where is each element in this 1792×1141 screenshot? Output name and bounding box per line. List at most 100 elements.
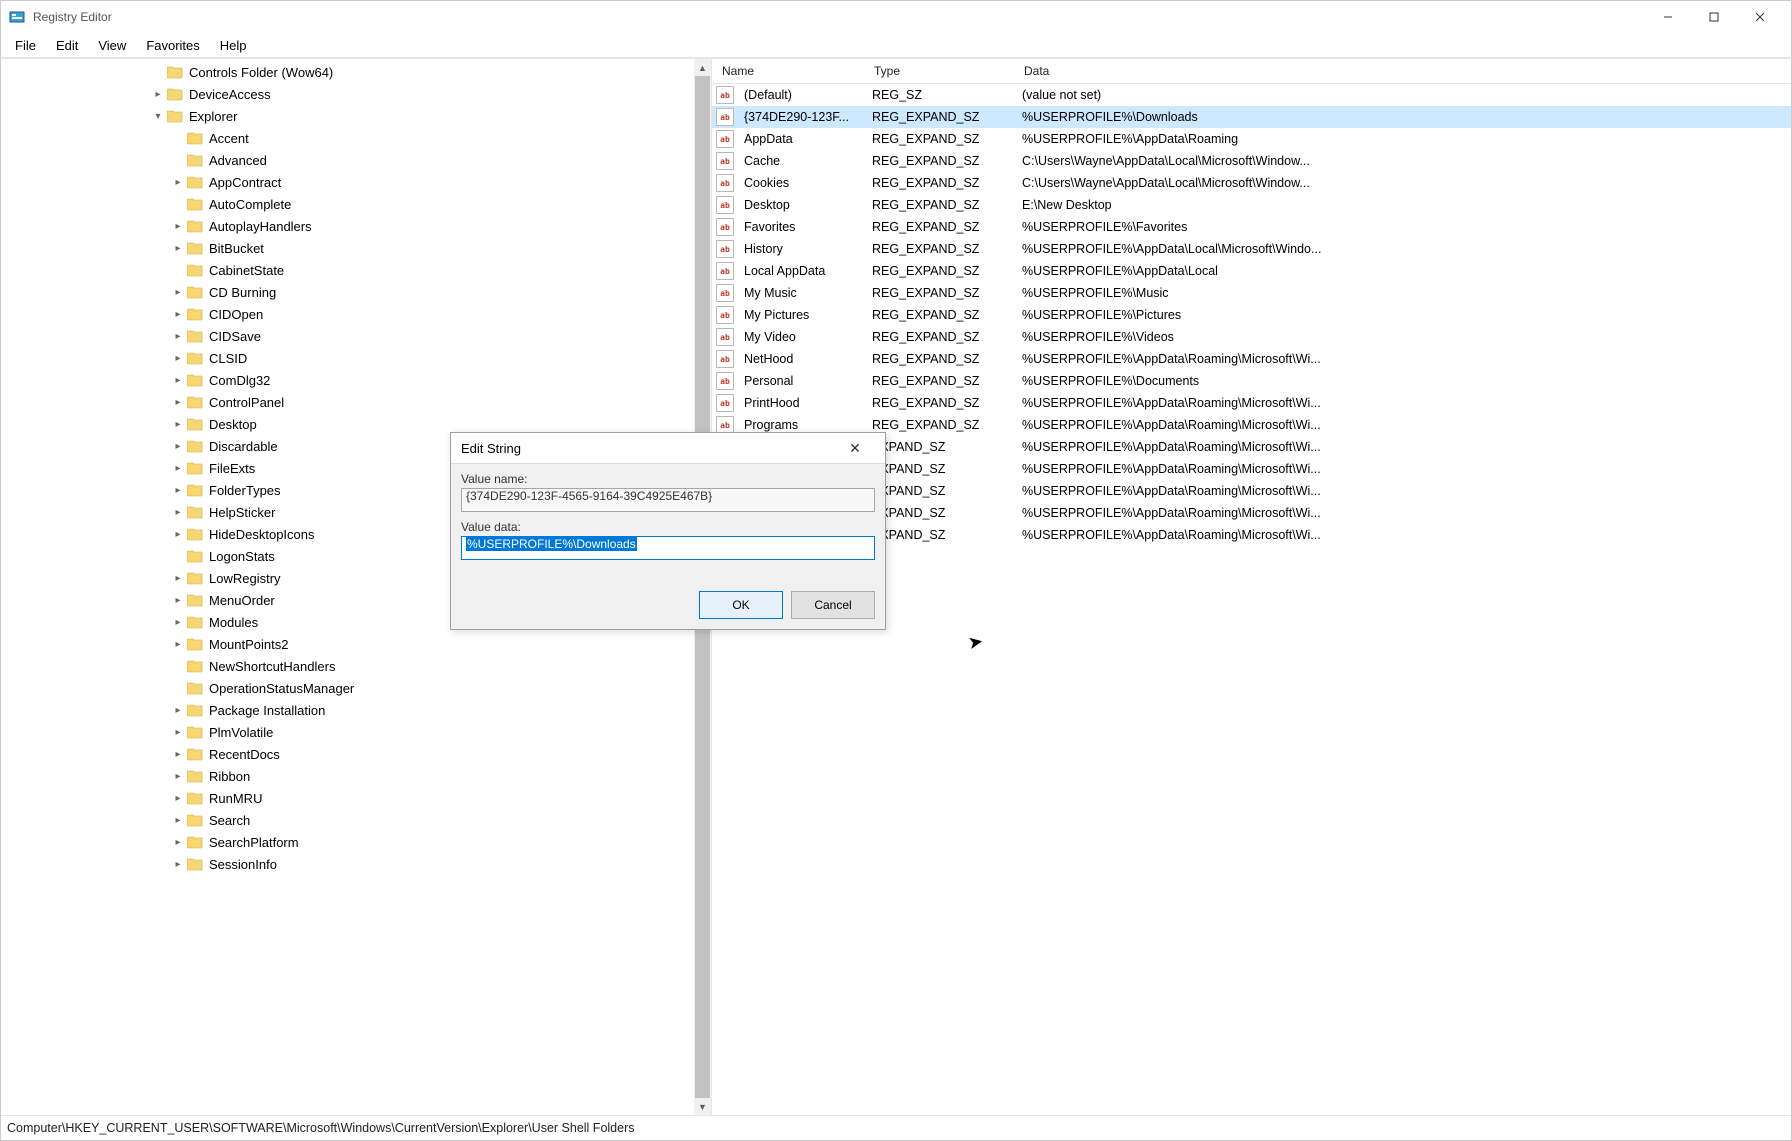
expand-icon[interactable]: ▸ [171,397,185,408]
tree-item[interactable]: ▸PlmVolatile [1,721,711,743]
tree-item[interactable]: ▸ Search [1,809,711,831]
tree-item[interactable]: ▸ Package Installation [1,699,711,721]
expand-icon[interactable]: ▸ [171,837,185,848]
expand-icon[interactable]: ▸ [171,749,185,760]
expand-icon[interactable]: ▸ [171,419,185,430]
expand-icon[interactable]: ▸ [171,309,185,320]
tree-item[interactable]: Advanced [1,149,711,171]
list-row[interactable]: abCookiesREG_EXPAND_SZC:\Users\Wayne\App… [712,172,1791,194]
col-type[interactable]: Type [868,64,1018,78]
minimize-button[interactable] [1645,1,1691,33]
list-row[interactable]: abMy VideoREG_EXPAND_SZ%USERPROFILE%\Vid… [712,326,1791,348]
tree-item[interactable]: ▸AutoplayHandlers [1,215,711,237]
expand-icon[interactable]: ▸ [171,485,185,496]
expand-icon[interactable]: ▸ [171,815,185,826]
expand-icon[interactable]: ▸ [171,529,185,540]
list-row[interactable]: abDesktopREG_EXPAND_SZE:\New Desktop [712,194,1791,216]
value-name-field[interactable]: {374DE290-123F-4565-9164-39C4925E467B} [461,488,875,512]
menu-edit[interactable]: Edit [46,36,88,55]
scroll-up-icon[interactable]: ▲ [694,59,711,76]
list-row[interactable]: abFavoritesREG_EXPAND_SZ%USERPROFILE%\Fa… [712,216,1791,238]
tree-item[interactable]: ▸CIDOpen [1,303,711,325]
tree-item-label: Search [209,813,250,828]
list-row[interactable]: abMy PicturesREG_EXPAND_SZ%USERPROFILE%\… [712,304,1791,326]
cancel-button[interactable]: Cancel [791,591,875,619]
tree-item[interactable]: ▸MountPoints2 [1,633,711,655]
expand-icon[interactable]: ▸ [171,441,185,452]
cell-name: PrintHood [738,396,866,410]
tree-item[interactable]: ▸CIDSave [1,325,711,347]
expand-icon[interactable]: ▸ [171,573,185,584]
string-value-icon: ab [716,86,734,104]
list-row[interactable]: ab(Default)REG_SZ(value not set) [712,84,1791,106]
maximize-button[interactable] [1691,1,1737,33]
tree-item[interactable]: ▾Explorer [1,105,711,127]
expand-icon[interactable]: ▸ [171,595,185,606]
expand-icon[interactable]: ▸ [171,375,185,386]
tree-item[interactable]: ▸RecentDocs [1,743,711,765]
collapse-icon[interactable]: ▾ [151,111,165,122]
menu-favorites[interactable]: Favorites [136,36,209,55]
tree-item[interactable]: ▸ControlPanel [1,391,711,413]
tree-item-label: Package Installation [209,703,325,718]
expand-icon[interactable]: ▸ [171,243,185,254]
list-row[interactable]: abLocal AppDataREG_EXPAND_SZ%USERPROFILE… [712,260,1791,282]
scroll-down-icon[interactable]: ▼ [694,1098,711,1115]
list-row[interactable]: abMy MusicREG_EXPAND_SZ%USERPROFILE%\Mus… [712,282,1791,304]
expand-icon[interactable]: ▸ [171,617,185,628]
list-row[interactable]: abAppDataREG_EXPAND_SZ%USERPROFILE%\AppD… [712,128,1791,150]
expand-icon[interactable]: ▸ [171,771,185,782]
expand-icon[interactable]: ▸ [171,221,185,232]
tree-item[interactable]: ▸BitBucket [1,237,711,259]
expand-icon[interactable]: ▸ [171,463,185,474]
expand-icon[interactable]: ▸ [151,89,165,100]
list-row[interactable]: abPrintHoodREG_EXPAND_SZ%USERPROFILE%\Ap… [712,392,1791,414]
expand-icon[interactable]: ▸ [171,177,185,188]
expand-icon[interactable]: ▸ [171,705,185,716]
col-name[interactable]: Name [716,64,868,78]
tree-item[interactable]: ▸AppContract [1,171,711,193]
cell-type: REG_EXPAND_SZ [866,176,1016,190]
menu-file[interactable]: File [5,36,46,55]
expand-icon[interactable]: ▸ [171,727,185,738]
list-header[interactable]: Name Type Data [712,59,1791,84]
tree-item[interactable]: AutoComplete [1,193,711,215]
list-row[interactable]: abCacheREG_EXPAND_SZC:\Users\Wayne\AppDa… [712,150,1791,172]
tree-item[interactable]: Accent [1,127,711,149]
tree-item[interactable]: ▸DeviceAccess [1,83,711,105]
menu-help[interactable]: Help [210,36,257,55]
tree-item[interactable]: CabinetState [1,259,711,281]
list-row[interactable]: abNetHoodREG_EXPAND_SZ%USERPROFILE%\AppD… [712,348,1791,370]
expand-icon[interactable]: ▸ [171,331,185,342]
tree-item[interactable]: ▸ComDlg32 [1,369,711,391]
tree-item[interactable]: ▸CLSID [1,347,711,369]
tree-item[interactable]: ▸RunMRU [1,787,711,809]
dialog-titlebar[interactable]: Edit String ✕ [451,433,885,464]
expand-icon[interactable]: ▸ [171,793,185,804]
tree-item[interactable]: NewShortcutHandlers [1,655,711,677]
ok-button[interactable]: OK [699,591,783,619]
list-row[interactable]: abPersonalREG_EXPAND_SZ%USERPROFILE%\Doc… [712,370,1791,392]
tree-item[interactable]: OperationStatusManager [1,677,711,699]
menu-view[interactable]: View [88,36,136,55]
col-data[interactable]: Data [1018,64,1791,78]
expand-icon[interactable]: ▸ [171,507,185,518]
string-value-icon: ab [716,284,734,302]
list-row[interactable]: abHistoryREG_EXPAND_SZ%USERPROFILE%\AppD… [712,238,1791,260]
expand-icon[interactable]: ▸ [171,353,185,364]
expand-icon[interactable]: ▸ [171,859,185,870]
list-row[interactable]: ab{374DE290-123F...REG_EXPAND_SZ%USERPRO… [712,106,1791,128]
value-data-field[interactable]: %USERPROFILE%\Downloads [461,536,875,560]
expand-icon[interactable]: ▸ [171,287,185,298]
close-button[interactable] [1737,1,1783,33]
tree-item[interactable]: ▸CD Burning [1,281,711,303]
tree-item[interactable]: ▸SessionInfo [1,853,711,875]
tree-item[interactable]: ▸Ribbon [1,765,711,787]
cell-type: EXPAND_SZ [866,506,1016,520]
expand-icon[interactable]: ▸ [171,639,185,650]
tree-item[interactable]: Controls Folder (Wow64) [1,61,711,83]
string-value-icon: ab [716,240,734,258]
tree-item[interactable]: ▸SearchPlatform [1,831,711,853]
tree-item-label: CabinetState [209,263,284,278]
dialog-close-button[interactable]: ✕ [835,440,875,457]
